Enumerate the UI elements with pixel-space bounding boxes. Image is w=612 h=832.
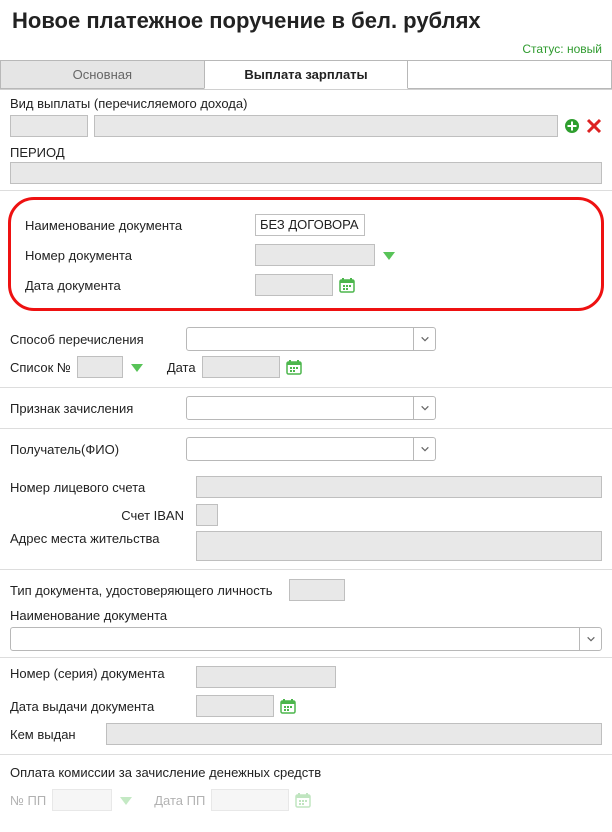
id-doc-name-label: Наименование документа <box>10 604 602 627</box>
iban-label: Счет IBAN <box>10 508 190 523</box>
status-label: Статус: <box>522 42 563 56</box>
credit-sign-select[interactable] <box>186 396 436 420</box>
transfer-method-label: Способ перечисления <box>10 332 180 347</box>
calendar-icon[interactable] <box>295 792 311 808</box>
doc-name-input[interactable]: БЕЗ ДОГОВОРА <box>255 214 365 236</box>
issue-date-label: Дата выдачи документа <box>10 699 190 714</box>
plus-icon[interactable] <box>564 118 580 134</box>
chevron-down-icon <box>413 397 435 419</box>
doc-date-label: Дата документа <box>25 278 255 293</box>
address-label: Адрес места жительства <box>10 531 190 546</box>
tabs: Основная Выплата зарплаты <box>0 60 612 90</box>
credit-sign-label: Признак зачисления <box>10 401 180 416</box>
receiver-fio-select[interactable] <box>186 437 436 461</box>
section-credit-sign: Признак зачисления <box>0 388 612 429</box>
payment-type-name-input[interactable] <box>94 115 558 137</box>
calendar-icon[interactable] <box>280 698 296 714</box>
section-commission: Оплата комиссии за зачисление денежных с… <box>0 755 612 814</box>
address-input[interactable] <box>196 531 602 561</box>
list-date-input[interactable] <box>202 356 280 378</box>
commission-label: Оплата комиссии за зачисление денежных с… <box>10 761 602 786</box>
payment-type-label: Вид выплаты (перечисляемого дохода) <box>10 96 602 115</box>
id-doc-name-select[interactable] <box>10 627 602 651</box>
issued-by-label: Кем выдан <box>10 727 100 742</box>
page-title: Новое платежное поручение в бел. рублях <box>0 0 612 40</box>
close-icon[interactable] <box>586 118 602 134</box>
id-type-input[interactable] <box>289 579 345 601</box>
issue-date-input[interactable] <box>196 695 274 717</box>
arrow-down-icon[interactable] <box>118 792 134 808</box>
arrow-down-icon[interactable] <box>381 247 397 263</box>
iban-checkbox[interactable] <box>196 504 218 526</box>
list-date-label: Дата <box>167 360 196 375</box>
arrow-down-icon[interactable] <box>129 359 145 375</box>
section-doc-details: Номер (серия) документа Дата выдачи доку… <box>0 658 612 755</box>
transfer-method-select[interactable] <box>186 327 436 351</box>
chevron-down-icon <box>413 328 435 350</box>
period-label: ПЕРИОД <box>10 137 602 160</box>
id-type-label: Тип документа, удостоверяющего личность <box>10 583 273 598</box>
list-no-label: Список № <box>10 360 71 375</box>
chevron-down-icon <box>579 628 601 650</box>
status-value: новый <box>567 42 602 56</box>
list-no-input[interactable] <box>77 356 123 378</box>
doc-series-label: Номер (серия) документа <box>10 666 190 681</box>
section-id-doc: Тип документа, удостоверяющего личность … <box>0 570 612 658</box>
doc-name-label: Наименование документа <box>25 218 255 233</box>
payment-type-code-input[interactable] <box>10 115 88 137</box>
document-highlight-box: Наименование документа БЕЗ ДОГОВОРА Номе… <box>8 197 604 311</box>
status-line: Статус: новый <box>0 40 612 60</box>
calendar-icon[interactable] <box>286 359 302 375</box>
doc-number-label: Номер документа <box>25 248 255 263</box>
period-input[interactable] <box>10 162 602 184</box>
no-pp-label: № ПП <box>10 793 46 808</box>
no-pp-input[interactable] <box>52 789 112 811</box>
tab-salary[interactable]: Выплата зарплаты <box>204 60 409 89</box>
section-transfer: Способ перечисления Список № Дата <box>0 319 612 388</box>
doc-date-input[interactable] <box>255 274 333 296</box>
date-pp-label: Дата ПП <box>154 793 205 808</box>
tab-blank[interactable] <box>407 60 612 89</box>
receiver-fio-label: Получатель(ФИО) <box>10 442 180 457</box>
account-no-label: Номер лицевого счета <box>10 480 190 495</box>
calendar-icon[interactable] <box>339 277 355 293</box>
doc-series-input[interactable] <box>196 666 336 688</box>
section-payment-type: Вид выплаты (перечисляемого дохода) ПЕРИ… <box>0 90 612 191</box>
account-no-input[interactable] <box>196 476 602 498</box>
chevron-down-icon <box>413 438 435 460</box>
issued-by-input[interactable] <box>106 723 602 745</box>
date-pp-input[interactable] <box>211 789 289 811</box>
doc-number-input[interactable] <box>255 244 375 266</box>
tab-main[interactable]: Основная <box>0 60 205 89</box>
section-receiver: Получатель(ФИО) Номер лицевого счета Сче… <box>0 429 612 570</box>
